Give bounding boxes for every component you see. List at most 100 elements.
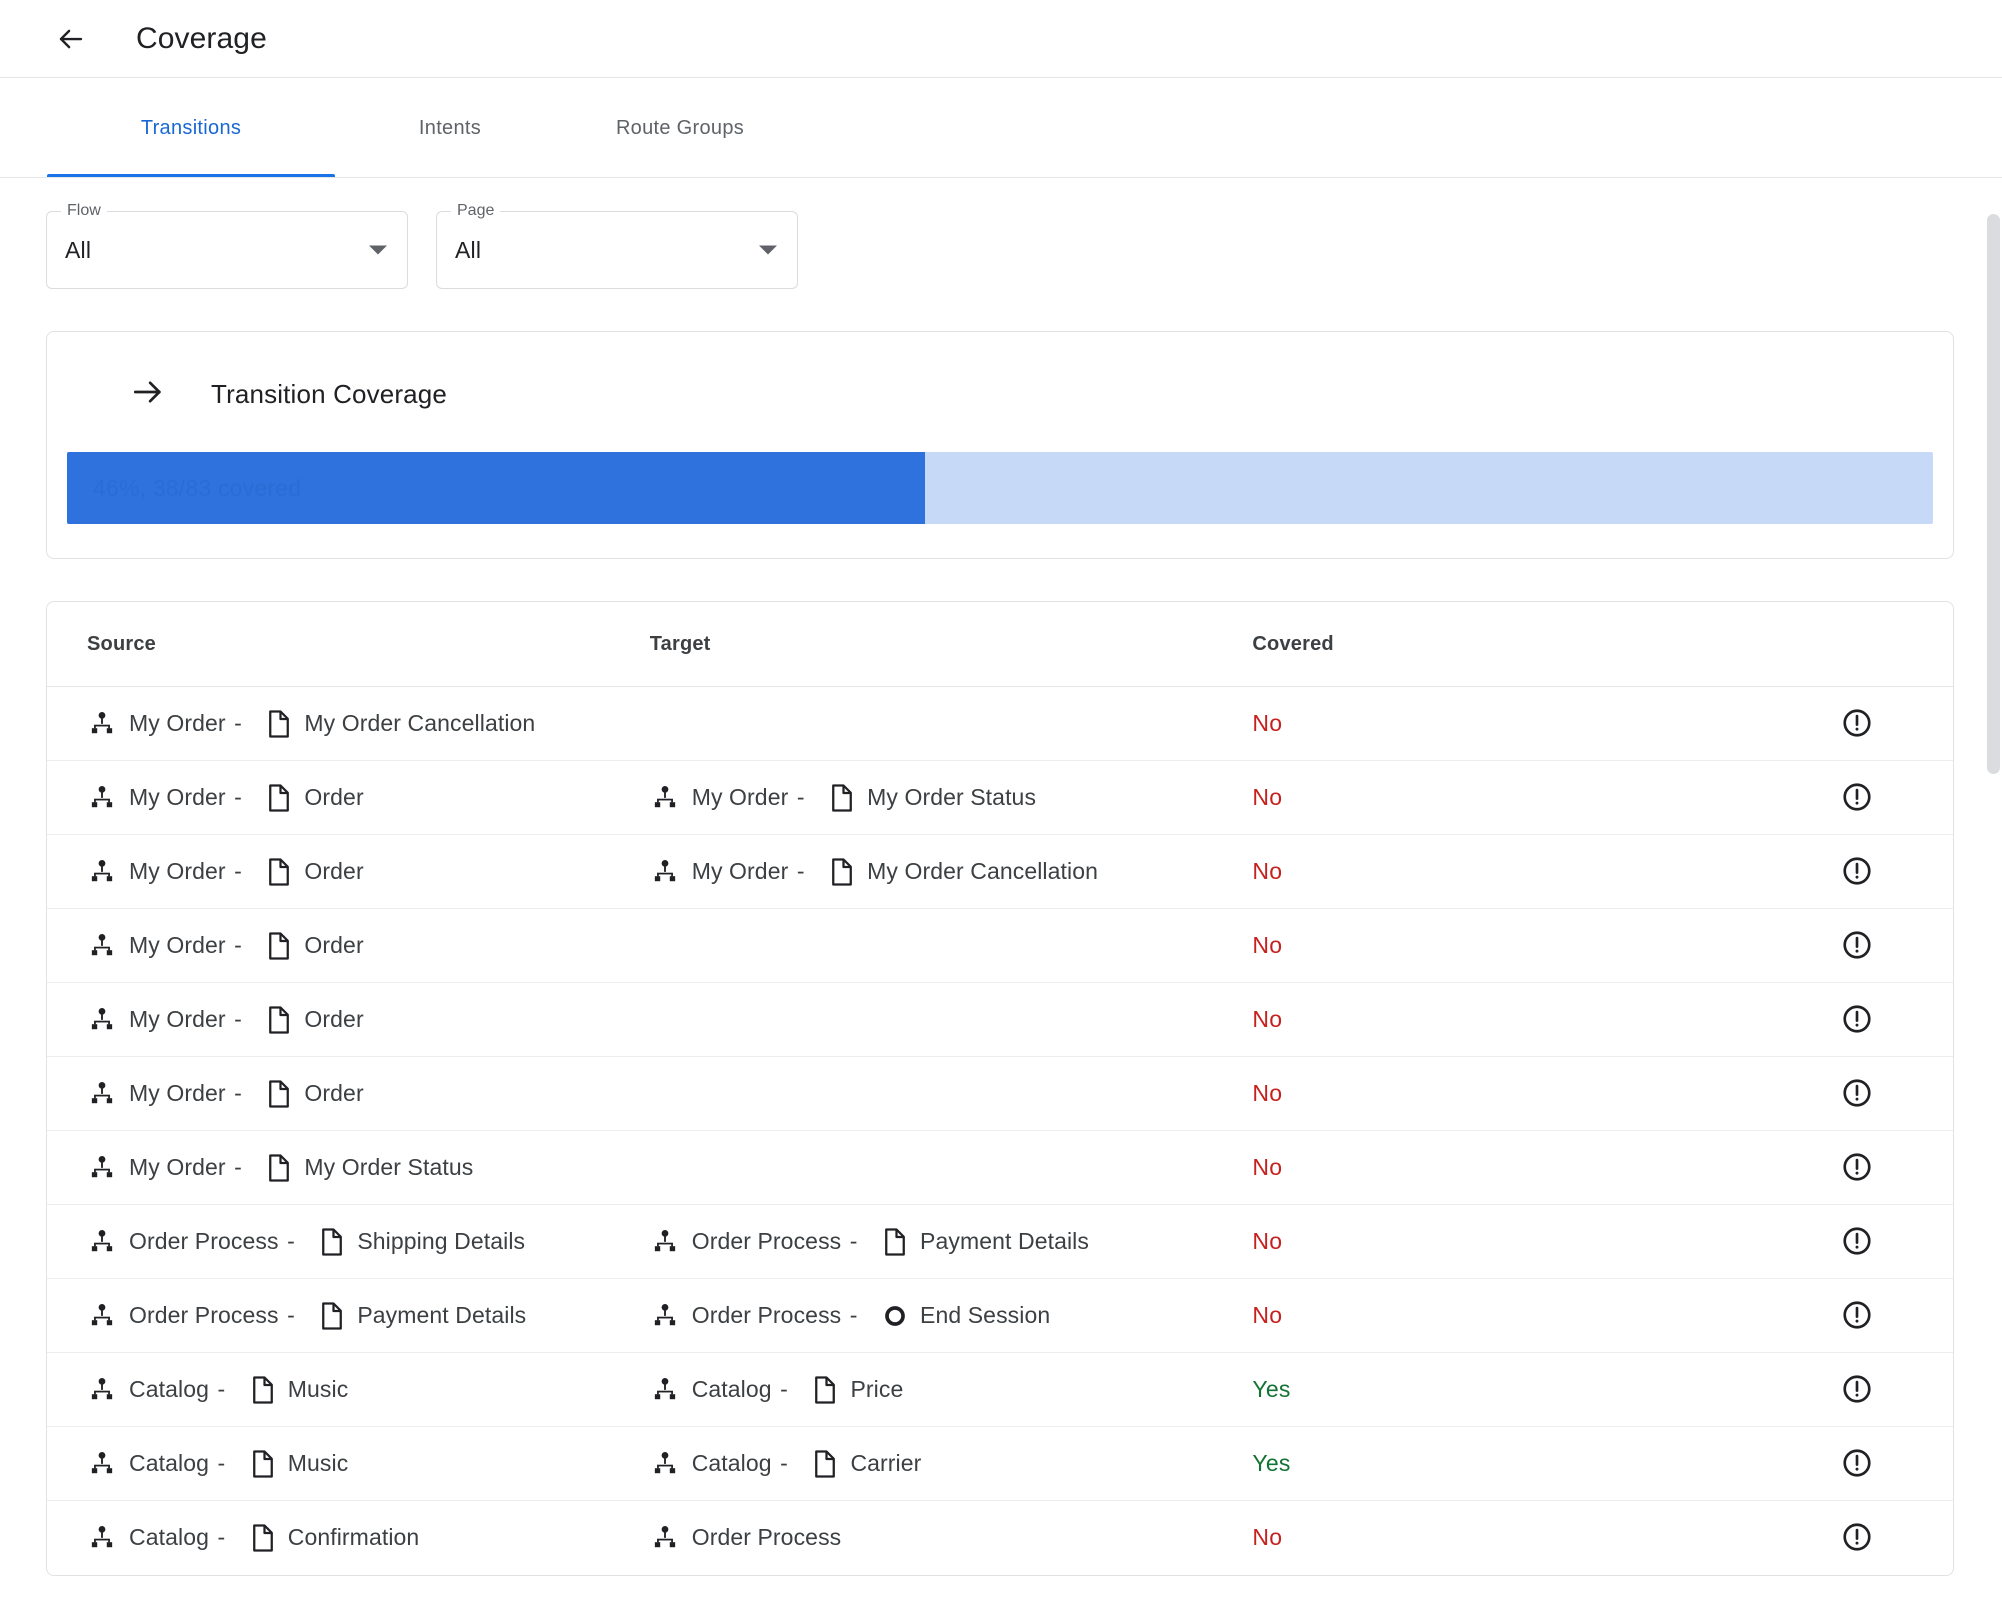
- source-cell-content: My Order - Order: [47, 1005, 650, 1035]
- row-covered-cell: No: [1252, 982, 1830, 1057]
- target-separator: -: [773, 1450, 795, 1476]
- source-separator: -: [227, 1080, 249, 1106]
- source-cell-content: My Order - Order: [47, 1079, 650, 1109]
- page-select[interactable]: Page All: [436, 201, 798, 289]
- target-cell-content: Order Process: [650, 1523, 1253, 1553]
- source-separator: -: [227, 1154, 249, 1180]
- row-source-cell: My Order - Order: [47, 834, 650, 909]
- table-row[interactable]: My Order - Order No: [47, 982, 1953, 1057]
- row-covered-cell: No: [1252, 1278, 1830, 1353]
- row-action-cell: [1829, 1278, 1953, 1353]
- table-row[interactable]: Catalog - Music Catalog - Carrier Yes: [47, 1426, 1953, 1501]
- error-outline-icon[interactable]: [1837, 1369, 1877, 1409]
- target-separator: -: [790, 858, 812, 884]
- source-cell-content: Catalog - Music: [47, 1449, 650, 1479]
- row-target-cell: [649, 982, 1253, 1057]
- error-outline-icon[interactable]: [1837, 851, 1877, 891]
- error-outline-icon[interactable]: [1837, 777, 1877, 817]
- row-covered-cell: No: [1252, 908, 1830, 983]
- flow-icon: [87, 1523, 117, 1553]
- row-covered-cell: Yes: [1252, 1426, 1830, 1501]
- source-separator: -: [227, 932, 249, 958]
- table-row[interactable]: My Order - Order My Order - My Order Stat…: [47, 760, 1953, 835]
- page-icon: [264, 1079, 294, 1109]
- target-page-label: Price: [850, 1376, 904, 1402]
- table-row[interactable]: My Order - My Order Cancellation No: [47, 686, 1953, 761]
- page-select-value: All: [455, 236, 482, 263]
- table-row[interactable]: My Order - Order No: [47, 908, 1953, 983]
- source-flow-label: Order Process: [129, 1228, 279, 1254]
- flow-select[interactable]: Flow All: [46, 201, 408, 289]
- table-row[interactable]: Catalog - Music Catalog - Price Yes: [47, 1352, 1953, 1427]
- page-icon: [827, 857, 857, 887]
- row-target-cell: Order Process: [650, 1501, 1253, 1575]
- error-outline-icon[interactable]: [1837, 925, 1877, 965]
- source-flow-label: My Order: [129, 858, 226, 884]
- flow-icon: [87, 1301, 117, 1331]
- covered-status: Yes: [1252, 1450, 1291, 1476]
- source-page-label: Order: [304, 932, 364, 958]
- app-bar: Coverage: [0, 0, 2002, 78]
- end-session-icon: [880, 1301, 910, 1331]
- table-row[interactable]: Order Process - Shipping Details Order Pr…: [47, 1204, 1953, 1279]
- row-covered-cell: No: [1252, 1130, 1830, 1205]
- source-separator: -: [210, 1524, 232, 1551]
- error-outline-icon[interactable]: [1837, 703, 1877, 743]
- column-header-covered: Covered: [1252, 602, 1830, 687]
- back-button[interactable]: [48, 16, 94, 62]
- row-source-cell: Catalog - Music: [47, 1426, 650, 1501]
- page-icon: [248, 1375, 278, 1405]
- row-covered-cell: No: [1252, 834, 1830, 909]
- page-icon: [317, 1301, 347, 1331]
- source-separator: -: [280, 1228, 302, 1254]
- row-target-cell: [649, 908, 1253, 983]
- source-cell-content: My Order - My Order Status: [47, 1153, 650, 1183]
- target-separator: -: [773, 1376, 795, 1402]
- tab-intents[interactable]: Intents: [335, 78, 565, 178]
- error-outline-icon[interactable]: [1837, 1147, 1877, 1187]
- source-cell-content: Order Process - Shipping Details: [47, 1227, 650, 1257]
- error-outline-icon[interactable]: [1837, 1073, 1877, 1113]
- table-row[interactable]: My Order - My Order Status No: [47, 1130, 1953, 1205]
- row-target-cell: Catalog - Price: [649, 1352, 1253, 1427]
- error-outline-icon[interactable]: [1837, 1443, 1877, 1483]
- covered-status: No: [1252, 710, 1283, 736]
- covered-status: Yes: [1252, 1376, 1291, 1402]
- flow-icon: [650, 1301, 680, 1331]
- vertical-scrollbar[interactable]: [1984, 178, 2002, 1598]
- row-source-cell: My Order - My Order Cancellation: [47, 686, 650, 761]
- tab-route-groups[interactable]: Route Groups: [565, 78, 795, 178]
- page-icon: [248, 1523, 278, 1553]
- row-covered-cell: No: [1252, 686, 1830, 761]
- target-page-label: My Order Status: [867, 784, 1037, 810]
- source-cell-content: My Order - My Order Cancellation: [47, 709, 650, 739]
- flow-icon: [87, 1375, 117, 1405]
- source-flow-label: Order Process: [129, 1302, 279, 1328]
- scrollbar-thumb[interactable]: [1987, 214, 2000, 774]
- source-cell-content: My Order - Order: [47, 857, 650, 887]
- row-target-cell: My Order - My Order Status: [649, 760, 1253, 835]
- source-flow-label: My Order: [129, 784, 226, 810]
- tab-transitions[interactable]: Transitions: [47, 78, 335, 178]
- page-icon: [880, 1227, 910, 1257]
- error-outline-icon[interactable]: [1837, 1295, 1877, 1335]
- row-action-cell: [1829, 982, 1953, 1057]
- error-outline-icon[interactable]: [1837, 999, 1877, 1039]
- transitions-table: Source Target Covered My Order - My Orde…: [47, 602, 1953, 1575]
- target-page-label: My Order Cancellation: [867, 858, 1099, 884]
- table-row[interactable]: Order Process - Payment Details Order Pro…: [47, 1278, 1953, 1353]
- source-separator: -: [227, 710, 249, 736]
- table-row[interactable]: My Order - Order My Order - My Order Canc…: [47, 834, 1953, 909]
- row-action-cell: [1829, 834, 1953, 909]
- row-source-cell: My Order - My Order Status: [47, 1130, 650, 1205]
- page-icon: [317, 1227, 347, 1257]
- error-outline-icon[interactable]: [1837, 1517, 1877, 1557]
- table-row[interactable]: My Order - Order No: [47, 1056, 1953, 1131]
- table-row[interactable]: Catalog - Confirmation Order Process No: [47, 1501, 1953, 1575]
- flow-icon: [87, 1079, 117, 1109]
- error-outline-icon[interactable]: [1837, 1221, 1877, 1261]
- page-icon: [264, 1153, 294, 1183]
- target-cell-content: Catalog - Price: [650, 1375, 1253, 1405]
- source-separator: -: [280, 1302, 302, 1328]
- target-flow-label: Order Process: [691, 1302, 842, 1328]
